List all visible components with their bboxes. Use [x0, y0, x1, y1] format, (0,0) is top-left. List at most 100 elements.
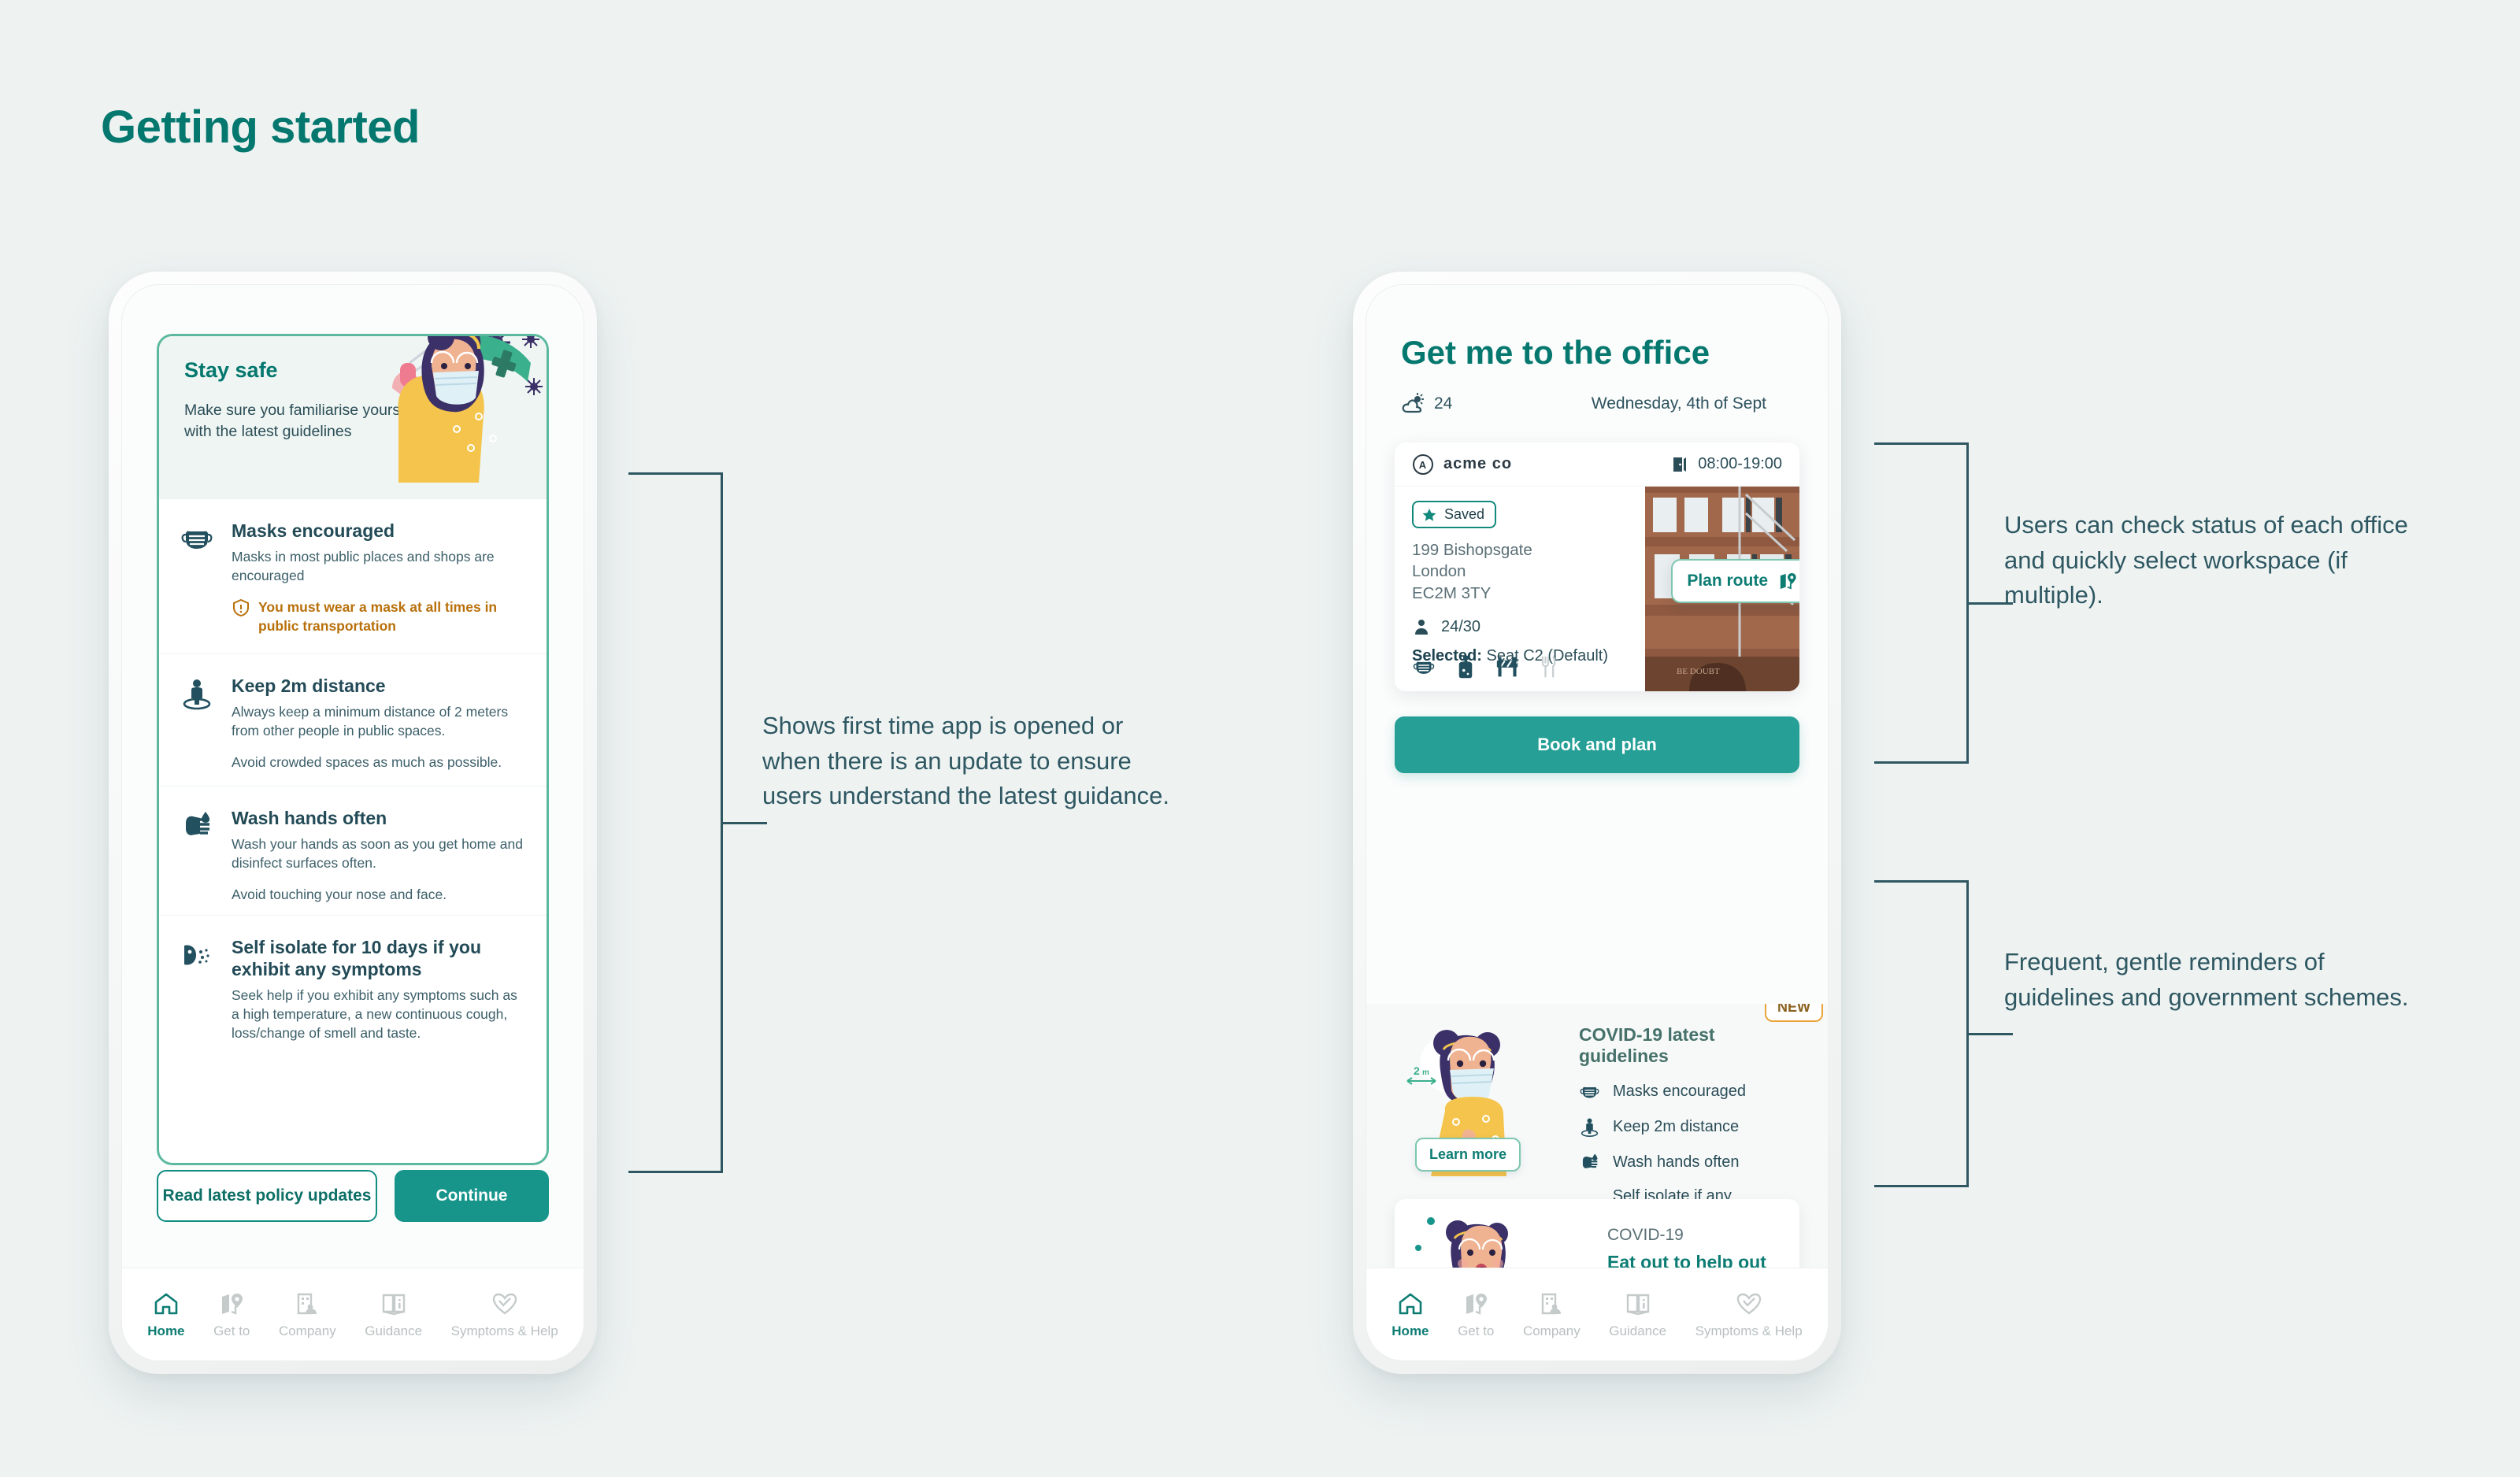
- home-icon: [154, 1293, 178, 1314]
- amenities-row: [1412, 655, 1557, 679]
- guidelines-title: COVID-19 latest guidelines: [1579, 1024, 1715, 1066]
- book-info-icon: [382, 1294, 405, 1315]
- tab-label: Company: [278, 1323, 336, 1338]
- guideline-text: Self isolate for 10 days if you exhibit …: [232, 936, 523, 1043]
- mask-icon: [1580, 1086, 1599, 1098]
- poster-canvas: Getting started Stay safe Make sure you …: [0, 0, 2520, 1477]
- address-line-3: EC2M 3TY: [1412, 583, 1492, 602]
- tab-label: Home: [147, 1323, 185, 1338]
- sanitizer-icon: [1458, 655, 1473, 679]
- company-icon: [298, 1293, 317, 1314]
- read-latest-policy-updates-button[interactable]: Read latest policy updates: [157, 1170, 377, 1222]
- office-hours-text: 08:00-19:00: [1698, 455, 1782, 472]
- status-badge-saved: Saved: [1412, 501, 1497, 528]
- plan-route-label: Plan route: [1687, 572, 1768, 590]
- guideline-text: Masks encouraged Masks in most public pl…: [232, 520, 523, 585]
- phone-screen-2: Get me to the office 24 Wednesday, 4th o…: [1366, 284, 1829, 1361]
- guideline-body: Always keep a minimum distance of 2 mete…: [232, 703, 509, 738]
- guideline-item-label: Masks encouraged: [1613, 1083, 1746, 1100]
- guideline-warning: You must wear a mask at all times in pub…: [232, 598, 523, 635]
- status-badge-new: NEW: [1765, 1004, 1823, 1022]
- annotation-office-status: Users can check status of each office an…: [2004, 511, 2408, 609]
- office-hours: 08:00-19:00: [1670, 455, 1782, 474]
- guideline-text: Keep 2m distance Always keep a minimum d…: [232, 675, 523, 772]
- weather-temperature: 24: [1434, 394, 1453, 413]
- promo-title: Eat out to help out: [1607, 1252, 1766, 1268]
- tab-get-to[interactable]: Get to: [1458, 1290, 1494, 1339]
- svg-text:A: A: [1419, 459, 1427, 471]
- tab-label: Symptoms & Help: [450, 1323, 558, 1338]
- mask-icon: [1413, 661, 1435, 674]
- onboarding-actions: Read latest policy updates Continue: [157, 1170, 549, 1222]
- phone-mockup-onboarding: Stay safe Make sure you familiarise your…: [109, 272, 597, 1374]
- guideline-item-label: Keep 2m distance: [1613, 1118, 1740, 1135]
- barrier-icon: [1496, 657, 1518, 677]
- promo-card-eat-out[interactable]: COVID-19 Eat out to help out: [1395, 1199, 1799, 1268]
- sun-cloud-icon: [1402, 393, 1424, 413]
- continue-button[interactable]: Continue: [395, 1170, 549, 1222]
- wash-hands-icon: [1582, 1153, 1598, 1168]
- guideline-row-masks: Masks encouraged Masks in most public pl…: [159, 498, 547, 653]
- self-isolate-icon: [184, 945, 209, 965]
- office-address: 199 Bishopsgate London EC2M 3TY: [1412, 539, 1648, 604]
- tab-company[interactable]: Company: [279, 1290, 336, 1339]
- occupancy-row: 24/30: [1412, 618, 1648, 637]
- tab-label: Guidance: [365, 1323, 423, 1338]
- door-icon: [1673, 457, 1687, 472]
- stay-safe-illustration: [392, 336, 543, 483]
- annotation-onboarding: Shows first time app is opened or when t…: [762, 712, 1170, 810]
- map-pin-icon: [1780, 573, 1796, 590]
- guideline-row-wash: Wash hands often Wash your hands as soon…: [159, 785, 547, 915]
- heart-icon: [492, 1293, 517, 1314]
- guideline-title: Masks encouraged: [232, 520, 395, 541]
- tab-home[interactable]: Home: [1392, 1290, 1429, 1339]
- guideline-body-2: Avoid crowded spaces as much as possible…: [232, 753, 502, 770]
- office-top-section: Get me to the office 24 Wednesday, 4th o…: [1366, 285, 1828, 1010]
- tab-guidance[interactable]: Guidance: [1609, 1290, 1666, 1339]
- tab-symptoms-help[interactable]: Symptoms & Help: [451, 1290, 558, 1339]
- circle-a-icon: A: [1413, 453, 1433, 475]
- annotation-reminders: Frequent, gentle reminders of guidelines…: [2004, 948, 2409, 1011]
- guideline-body: Wash your hands as soon as you get home …: [232, 835, 523, 871]
- company-name: acme co: [1443, 455, 1513, 472]
- phone-screen-1: Stay safe Make sure you familiarise your…: [121, 284, 584, 1361]
- tab-label: Home: [1392, 1323, 1429, 1338]
- company-brand: A acme co: [1412, 453, 1512, 476]
- svg-text:BE DOUBT: BE DOUBT: [1677, 667, 1720, 676]
- tab-company[interactable]: Company: [1523, 1290, 1581, 1339]
- promo-kicker: COVID-19: [1607, 1226, 1684, 1244]
- guidelines-reminder-section: 2 m Learn more COVID-19 latest guideline…: [1366, 1004, 1828, 1268]
- cutlery-icon: [1541, 656, 1556, 678]
- tab-get-to[interactable]: Get to: [213, 1290, 250, 1339]
- guideline-item-label: Wash hands often: [1613, 1153, 1740, 1171]
- phone-mockup-office: Get me to the office 24 Wednesday, 4th o…: [1353, 272, 1841, 1374]
- plan-route-button[interactable]: Plan route: [1671, 559, 1799, 603]
- office-meta-row: 24 Wednesday, 4th of Sept: [1401, 392, 1793, 416]
- address-line-1: 199 Bishopsgate: [1412, 541, 1532, 559]
- guideline-title: Keep 2m distance: [232, 675, 386, 696]
- distance-icon: [183, 679, 211, 709]
- office-card[interactable]: A acme co 08:00-19:00 Saved 199 Bishopsg…: [1395, 442, 1799, 691]
- guideline-row-isolate: Self isolate for 10 days if you exhibit …: [159, 914, 547, 1061]
- learn-more-button[interactable]: Learn more: [1415, 1138, 1521, 1172]
- guideline-body: Masks in most public places and shops ar…: [232, 549, 495, 584]
- warning-icon: [233, 599, 249, 617]
- onboarding-body: Stay safe Make sure you familiarise your…: [122, 285, 584, 1268]
- distance-icon: [1581, 1118, 1599, 1137]
- svg-text:m: m: [1422, 1068, 1429, 1077]
- svg-text:2: 2: [1414, 1064, 1420, 1077]
- bottom-tab-bar-1: Home Get to Company Guidance Symptoms & …: [122, 1268, 584, 1360]
- tab-symptoms-help[interactable]: Symptoms & Help: [1695, 1290, 1803, 1339]
- person-icon: [1415, 619, 1428, 635]
- guideline-item-wash: Wash hands often: [1579, 1152, 1806, 1173]
- bottom-tab-bar-2: Home Get to Company Guidance Symptoms & …: [1366, 1268, 1828, 1360]
- tab-label: Guidance: [1609, 1323, 1667, 1338]
- book-and-plan-button[interactable]: Book and plan: [1395, 716, 1799, 773]
- guideline-text: Wash hands often Wash your hands as soon…: [232, 807, 523, 904]
- tab-guidance[interactable]: Guidance: [365, 1290, 422, 1339]
- tab-home[interactable]: Home: [147, 1290, 185, 1339]
- callout-connector-1: [628, 472, 767, 1173]
- guideline-title: Self isolate for 10 days if you exhibit …: [232, 936, 481, 979]
- star-icon: [1422, 508, 1436, 521]
- weather-widget: 24: [1401, 392, 1452, 416]
